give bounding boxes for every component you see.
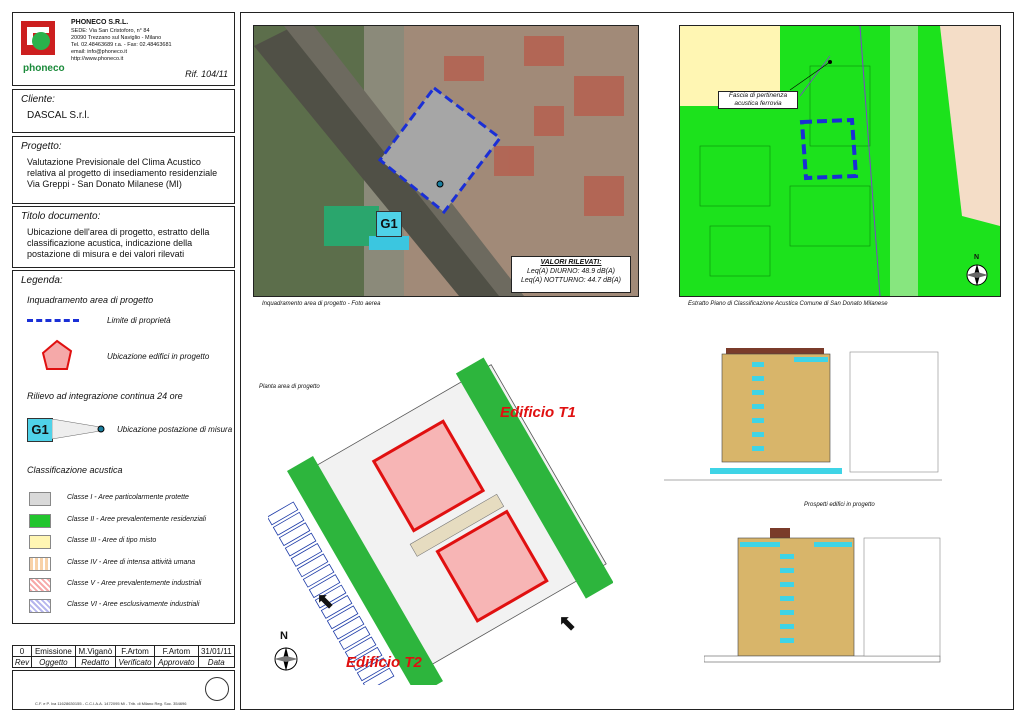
header-box: phoneco PHONECO S.R.L. SEDE: Via San Cri… <box>12 12 235 86</box>
map-north-label: N <box>974 254 980 261</box>
client-value: DASCAL S.r.l. <box>27 110 90 121</box>
legend-box: Legenda: Inquadramento area di progetto … <box>12 270 235 624</box>
title-label: Titolo documento: <box>21 211 101 222</box>
legend-postazione: Ubicazione postazione di misura <box>117 425 233 434</box>
legend-class-6: Classe VI - Aree esclusivamente industri… <box>67 601 200 608</box>
project-label: Progetto: <box>21 141 62 152</box>
client-label: Cliente: <box>21 94 55 105</box>
swatch-class-3 <box>29 535 51 549</box>
property-line-icon <box>27 319 79 326</box>
elevations-caption: Prospetti edifici in progetto <box>804 502 875 508</box>
site-plan: N ⬉ ⬉ <box>266 340 614 697</box>
building-icon <box>41 339 73 371</box>
swatch-class-1 <box>29 492 51 506</box>
valori-diurno: Leq(A) DIURNO: 48.9 dB(A) <box>527 268 615 275</box>
revision-header-row: Rev Oggetto Redatto Verificato Approvato… <box>12 656 235 668</box>
valori-title: VALORI RILEVATI: <box>540 259 602 266</box>
g1-badge: G1 <box>27 418 53 442</box>
revision-row: 0 Emissione M.Viganò F.Artom F.Artom 31/… <box>12 645 235 657</box>
legend-edifici: Ubicazione edifici in progetto <box>107 352 210 361</box>
acoustic-map: Fascia di pertinenza acustica ferrovia N <box>679 25 1001 297</box>
building-t1-label: Edificio T1 <box>500 404 576 421</box>
building-t2-label: Edificio T2 <box>346 654 422 671</box>
arrow-icon-left: ⬉ <box>316 588 335 613</box>
swatch-class-4 <box>29 557 51 571</box>
legend-class-1: Classe I - Aree particolarmente protette <box>67 494 189 501</box>
footer-box: C.F. e P. Iva 11628630155 - C.C.I.A.A. 1… <box>12 670 235 710</box>
map-caption: Estratto Piano di Classificazione Acusti… <box>688 301 888 307</box>
project-text: Valutazione Previsionale del Clima Acust… <box>27 157 218 189</box>
legend-class-4: Classe IV - Aree di intensa attività uma… <box>67 559 196 566</box>
valori-notturno: Leq(A) NOTTURNO: 44.7 dB(A) <box>521 277 621 284</box>
logo-text: phoneco <box>23 63 65 74</box>
swatch-class-5 <box>29 578 51 592</box>
revision-table: 0 Emissione M.Viganò F.Artom F.Artom 31/… <box>12 645 235 668</box>
valori-box: VALORI RILEVATI: Leq(A) DIURNO: 48.9 dB(… <box>511 256 631 293</box>
fascia-label: Fascia di pertinenza acustica ferrovia <box>718 91 798 109</box>
swatch-class-2 <box>29 514 51 528</box>
swatch-class-6 <box>29 599 51 613</box>
arrow-icon-right: ⬉ <box>558 610 577 635</box>
company-name: PHONECO S.R.L. <box>71 19 129 26</box>
legend-section-1: Inquadramento area di progetto <box>27 295 154 305</box>
measure-cone-icon <box>51 418 106 444</box>
plan-north-label: N <box>280 630 288 642</box>
plan-compass-icon <box>272 645 300 678</box>
aerial-caption: Inquadramento area di progetto - Foto ae… <box>262 301 381 307</box>
project-box: Progetto: Valutazione Previsionale del C… <box>12 136 235 204</box>
document-ref: Rif. 104/11 <box>185 69 228 79</box>
aerial-photo: G1 VALORI RILEVATI: Leq(A) DIURNO: 48.9 … <box>253 25 639 297</box>
legend-class-2: Classe II - Aree prevalentemente residen… <box>67 516 207 523</box>
elevation-t1 <box>664 340 944 490</box>
legend-class-3: Classe III - Aree di tipo misto <box>67 537 157 544</box>
client-box: Cliente: DASCAL S.r.l. <box>12 89 235 133</box>
legend-section-3: Classificazione acustica <box>27 465 123 475</box>
title-text: Ubicazione dell'area di progetto, estrat… <box>27 227 210 259</box>
map-compass-icon <box>964 262 990 293</box>
legend-class-5: Classe V - Aree prevalentemente industri… <box>67 580 202 587</box>
footer-text: C.F. e P. Iva 11628630155 - C.C.I.A.A. 1… <box>35 701 187 706</box>
legend-limite: Limite di proprietà <box>107 316 171 325</box>
title-box: Titolo documento: Ubicazione dell'area d… <box>12 206 235 268</box>
company-address: SEDE: Via San Cristoforo, n° 84 20090 Tr… <box>71 28 172 62</box>
legend-label: Legenda: <box>21 275 63 286</box>
legend-section-2: Rilievo ad integrazione continua 24 ore <box>27 391 183 401</box>
aerial-g1-badge: G1 <box>376 211 402 237</box>
elevation-t2 <box>703 524 944 670</box>
certification-seal <box>205 677 229 701</box>
